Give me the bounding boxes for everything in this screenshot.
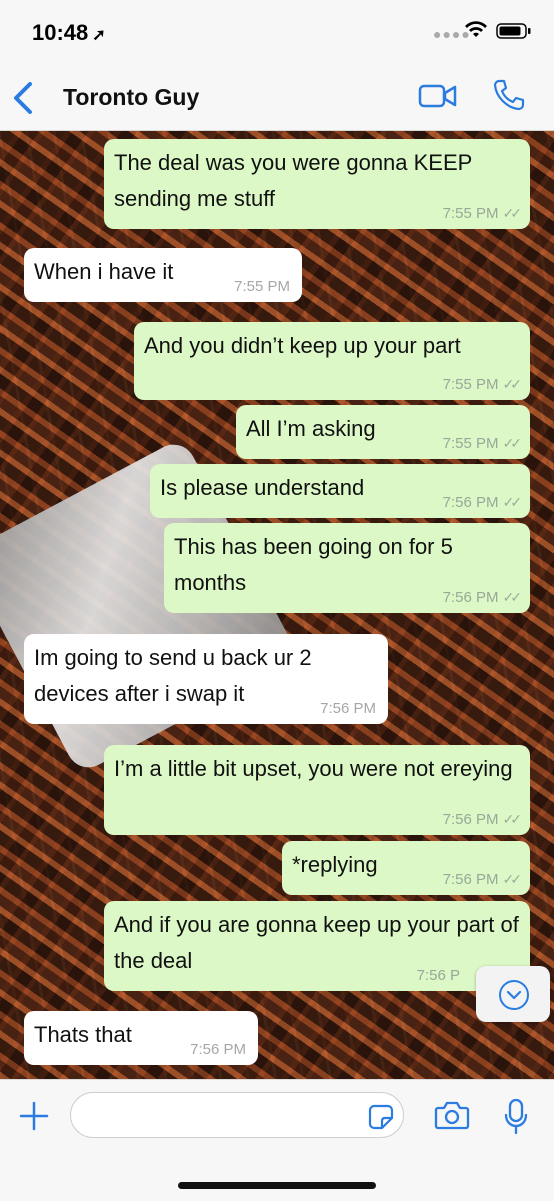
- chat-background: The deal was you were gonna KEEP sending…: [0, 131, 554, 1079]
- read-receipt-icon: ✓✓: [502, 435, 523, 451]
- home-indicator[interactable]: [178, 1182, 376, 1189]
- scroll-to-bottom-button[interactable]: [476, 966, 550, 1022]
- read-receipt-icon: ✓✓: [502, 376, 523, 392]
- chevron-left-icon[interactable]: [10, 80, 38, 116]
- message-text: I’m a little bit upset, you were not ere…: [114, 756, 513, 781]
- message-incoming[interactable]: Thats that 7:56 PM: [24, 1011, 258, 1065]
- chevron-down-icon: [499, 980, 529, 1010]
- compose-bar: [0, 1079, 554, 1201]
- message-input[interactable]: [70, 1092, 404, 1138]
- status-bar: 10:48 ➚ ●●●●: [0, 0, 554, 64]
- message-outgoing[interactable]: *replying 7:56 PM ✓✓: [282, 841, 530, 895]
- message-meta: 7:56 PM ✓✓: [442, 810, 523, 829]
- read-receipt-icon: ✓✓: [502, 589, 523, 605]
- message-outgoing[interactable]: And you didn’t keep up your part 7:55 PM…: [134, 322, 530, 400]
- location-arrow-icon: ➚: [92, 27, 106, 44]
- read-receipt-icon: ✓✓: [502, 205, 523, 221]
- message-time: 7:55 PM: [442, 435, 499, 452]
- message-time: 7:56 PM: [442, 871, 499, 888]
- message-time: 7:56 PM: [442, 589, 499, 606]
- message-incoming[interactable]: When i have it 7:55 PM: [24, 248, 302, 302]
- message-meta: 7:55 PM ✓✓: [442, 204, 523, 223]
- contact-name[interactable]: Toronto Guy: [63, 84, 199, 111]
- status-time: 10:48 ➚: [32, 20, 106, 46]
- message-time: 7:56 P: [416, 967, 460, 984]
- message-outgoing[interactable]: All I’m asking 7:55 PM ✓✓: [236, 405, 530, 459]
- message-meta: 7:55 PM ✓✓: [442, 375, 523, 394]
- message-outgoing[interactable]: And if you are gonna keep up your part o…: [104, 901, 530, 991]
- message-text: And you didn’t keep up your part: [144, 333, 461, 358]
- message-meta: 7:55 PM ✓✓: [442, 434, 523, 453]
- message-meta: 7:56 PM: [190, 1041, 246, 1059]
- message-meta: 7:56 PM: [320, 700, 376, 718]
- video-call-icon[interactable]: [418, 82, 458, 110]
- read-receipt-icon: ✓✓: [502, 871, 523, 887]
- message-meta: 7:56 PM ✓✓: [442, 870, 523, 889]
- battery-icon: [496, 23, 531, 39]
- wifi-icon: [465, 21, 487, 37]
- message-meta: 7:55 PM: [234, 278, 290, 296]
- message-time: 7:56 PM: [320, 700, 376, 717]
- phone-call-icon[interactable]: [492, 78, 526, 112]
- sticker-icon[interactable]: [368, 1104, 394, 1130]
- message-time: 7:55 PM: [234, 278, 290, 295]
- read-receipt-icon: ✓✓: [502, 494, 523, 510]
- camera-icon[interactable]: [434, 1100, 470, 1130]
- message-outgoing[interactable]: This has been going on for 5 months 7:56…: [164, 523, 530, 613]
- microphone-icon[interactable]: [503, 1098, 529, 1136]
- message-time: 7:55 PM: [442, 376, 499, 393]
- message-meta: 7:56 P: [417, 967, 460, 985]
- message-outgoing[interactable]: I’m a little bit upset, you were not ere…: [104, 745, 530, 835]
- message-meta: 7:56 PM ✓✓: [442, 588, 523, 607]
- clock-text: 10:48: [32, 20, 89, 45]
- message-time: 7:56 PM: [442, 494, 499, 511]
- chat-header: Toronto Guy: [0, 64, 554, 131]
- message-incoming[interactable]: Im going to send u back ur 2 devices aft…: [24, 634, 388, 724]
- message-outgoing[interactable]: The deal was you were gonna KEEP sending…: [104, 139, 530, 229]
- plus-icon[interactable]: [18, 1100, 50, 1132]
- message-time: 7:56 PM: [190, 1041, 246, 1058]
- message-meta: 7:56 PM ✓✓: [442, 493, 523, 512]
- message-time: 7:55 PM: [442, 205, 499, 222]
- message-time: 7:56 PM: [442, 811, 499, 828]
- message-outgoing[interactable]: Is please understand 7:56 PM ✓✓: [150, 464, 530, 518]
- read-receipt-icon: ✓✓: [502, 811, 523, 827]
